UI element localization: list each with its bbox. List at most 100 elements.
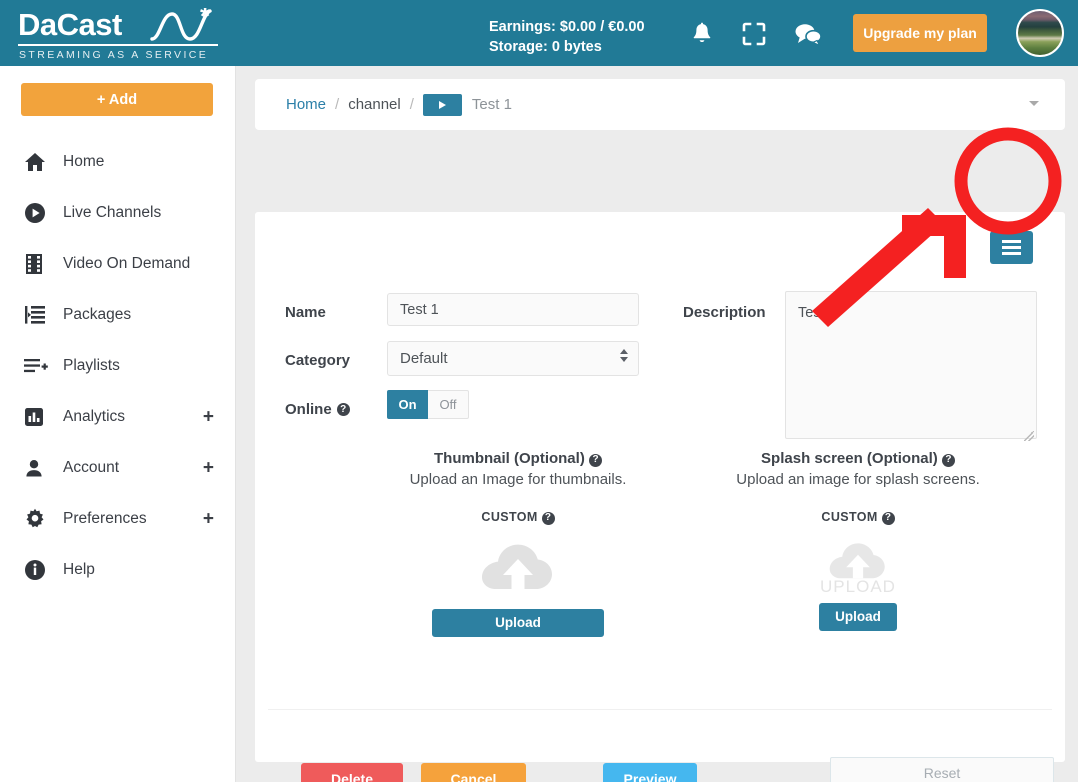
help-icon[interactable]: ? xyxy=(589,453,602,467)
toggle-on-option[interactable]: On xyxy=(387,390,428,419)
sidebar-item-label: Video On Demand xyxy=(63,254,191,272)
thumbnail-section: Thumbnail (Optional) ? Upload an Image f… xyxy=(343,450,693,637)
play-circle-icon xyxy=(24,200,54,226)
hamburger-menu-icon xyxy=(1002,252,1021,255)
thumbnail-title: Thumbnail (Optional) ? xyxy=(343,450,693,467)
main-content: Home / channel / Test 1 Edit Live Stream… xyxy=(236,66,1078,782)
splash-upload-button[interactable]: Upload xyxy=(819,602,897,631)
sidebar-item-preferences[interactable]: Preferences + xyxy=(0,493,236,544)
sidebar-item-label: Live Channels xyxy=(63,203,162,221)
name-label: Name xyxy=(285,304,326,321)
upgrade-plan-button[interactable]: Upgrade my plan xyxy=(853,14,987,52)
thumbnail-custom-label: CUSTOM ? xyxy=(343,510,693,525)
help-icon[interactable]: ? xyxy=(336,403,350,416)
info-icon xyxy=(24,557,54,583)
splash-title-text: Splash screen (Optional) xyxy=(761,450,938,467)
thumbnail-upload-button[interactable]: Upload xyxy=(432,608,604,637)
playlist-add-icon xyxy=(24,353,54,379)
sidebar-item-help[interactable]: Help xyxy=(0,544,236,595)
expand-account-icon[interactable]: + xyxy=(203,458,214,477)
breadcrumb-separator: / xyxy=(409,96,414,113)
dacast-dashboard: DaCast * STREAMING AS A SERVICE Earnings… xyxy=(0,0,1078,782)
gear-icon xyxy=(24,506,54,532)
bell-icon[interactable] xyxy=(686,18,718,50)
online-label-text: Online xyxy=(285,401,332,418)
logo-squiggle-icon: * xyxy=(150,1,218,47)
expand-preferences-icon[interactable]: + xyxy=(203,509,214,528)
thumbnail-custom-text: CUSTOM xyxy=(481,510,538,524)
splash-ghost-label: UPLOAD xyxy=(820,576,896,596)
reset-save-group: Reset Save xyxy=(830,757,1054,782)
sidebar-item-label: Playlists xyxy=(63,356,120,374)
bar-chart-icon xyxy=(24,404,54,430)
play-badge-icon xyxy=(422,93,462,116)
sidebar-item-label: Home xyxy=(63,152,105,170)
hamburger-menu-icon xyxy=(1002,240,1021,243)
breadcrumb: Home / channel / Test 1 xyxy=(286,79,512,130)
sidebar-item-packages[interactable]: Packages xyxy=(0,289,236,340)
logo-underline xyxy=(18,44,218,46)
category-label: Category xyxy=(285,352,351,369)
help-icon[interactable]: ? xyxy=(881,511,895,525)
breadcrumb-home[interactable]: Home xyxy=(286,96,326,113)
splash-custom-label: CUSTOM ? xyxy=(683,510,1033,525)
splash-subtitle: Upload an image for splash screens. xyxy=(736,471,980,488)
top-bar: DaCast * STREAMING AS A SERVICE Earnings… xyxy=(0,0,1078,66)
storage-text: Storage: 0 bytes xyxy=(489,39,602,55)
fullscreen-icon[interactable] xyxy=(738,18,770,50)
toggle-off-option[interactable]: Off xyxy=(428,390,469,419)
sidebar-item-playlists[interactable]: Playlists xyxy=(0,340,236,391)
delete-button[interactable]: Delete xyxy=(301,763,403,782)
description-textarea[interactable]: Test 1 xyxy=(785,291,1037,439)
help-icon[interactable]: ? xyxy=(541,511,555,525)
sidebar-item-label: Packages xyxy=(63,305,132,323)
description-label: Description xyxy=(683,304,766,321)
account-stats: Earnings: $0.00 / €0.00 Storage: 0 bytes xyxy=(489,17,645,57)
name-input[interactable] xyxy=(387,293,639,326)
cancel-button[interactable]: Cancel xyxy=(421,763,526,782)
sidebar-item-label: Preferences xyxy=(63,509,147,527)
help-icon[interactable]: ? xyxy=(941,453,955,467)
description-wrapper: Test 1 xyxy=(785,291,1037,444)
brand-name: DaCast xyxy=(18,7,122,42)
reset-button[interactable]: Reset xyxy=(830,757,1054,782)
earnings-text: Earnings: $0.00 / €0.00 xyxy=(489,19,645,35)
breadcrumb-current: Test 1 xyxy=(471,96,512,113)
breadcrumb-card: Home / channel / Test 1 xyxy=(255,79,1065,130)
category-select-wrapper: Default xyxy=(387,341,639,376)
splash-title: Splash screen (Optional) ? xyxy=(683,450,1033,467)
avatar[interactable] xyxy=(1016,9,1064,57)
home-icon xyxy=(24,149,54,175)
category-select[interactable]: Default xyxy=(387,341,639,376)
footer-divider xyxy=(268,709,1052,710)
hamburger-menu-icon xyxy=(1002,246,1021,249)
breadcrumb-channel[interactable]: channel xyxy=(348,96,401,113)
sidebar-item-label: Account xyxy=(63,458,120,476)
sidebar-item-account[interactable]: Account + xyxy=(0,442,236,493)
sidebar-item-analytics[interactable]: Analytics + xyxy=(0,391,236,442)
package-list-icon xyxy=(24,302,54,328)
edit-live-stream-card: Name Category Default Online ? On xyxy=(255,212,1065,782)
thumbnail-cloud-upload-icon[interactable] xyxy=(343,539,693,595)
sidebar: + Add Home Live Channels Video On Demand… xyxy=(0,66,236,782)
chevron-down-icon[interactable] xyxy=(1029,101,1039,106)
add-button[interactable]: + Add xyxy=(21,83,213,116)
film-icon xyxy=(24,251,54,277)
expand-analytics-icon[interactable]: + xyxy=(203,407,214,426)
brand-logo[interactable]: DaCast * STREAMING AS A SERVICE xyxy=(0,0,236,66)
breadcrumb-separator: / xyxy=(335,96,340,113)
sidebar-item-label: Help xyxy=(63,560,95,578)
sidebar-item-label: Analytics xyxy=(63,407,126,425)
thumbnail-subtitle: Upload an Image for thumbnails. xyxy=(409,471,627,488)
preview-button[interactable]: Preview xyxy=(603,763,697,782)
sidebar-item-live-channels[interactable]: Live Channels xyxy=(0,187,236,238)
online-toggle[interactable]: On Off xyxy=(387,390,469,419)
person-icon xyxy=(24,455,54,481)
sidebar-item-video-on-demand[interactable]: Video On Demand xyxy=(0,238,236,289)
hamburger-menu-button[interactable] xyxy=(990,231,1033,264)
chat-icon[interactable] xyxy=(792,18,824,50)
online-label: Online ? xyxy=(285,401,350,418)
splash-section: Splash screen (Optional) ? Upload an ima… xyxy=(683,450,1033,631)
sidebar-item-home[interactable]: Home xyxy=(0,136,236,187)
splash-custom-text: CUSTOM xyxy=(821,510,878,524)
